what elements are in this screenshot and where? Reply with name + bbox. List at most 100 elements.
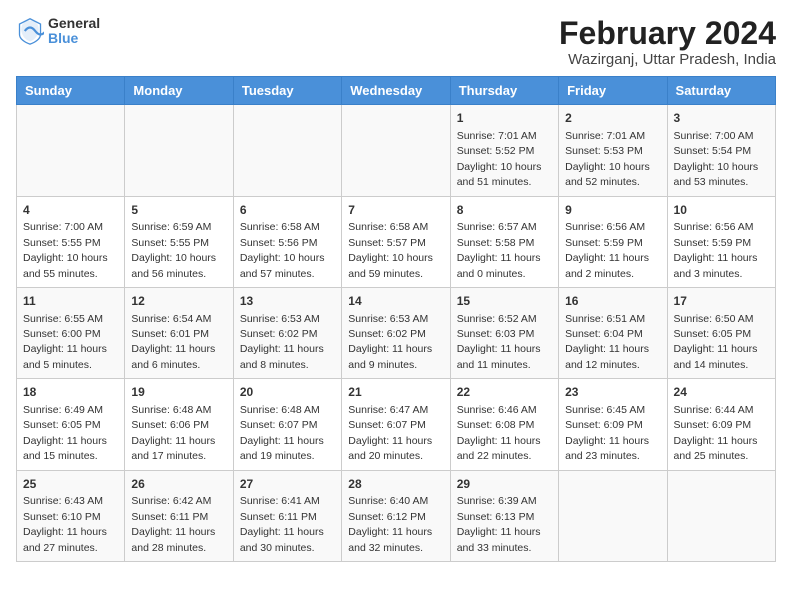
day-info: Sunrise: 7:01 AMSunset: 5:53 PMDaylight:…	[565, 130, 650, 188]
header-thursday: Thursday	[450, 77, 558, 105]
day-info: Sunrise: 6:59 AMSunset: 5:55 PMDaylight:…	[131, 221, 216, 279]
table-row	[559, 470, 667, 561]
table-row	[342, 105, 450, 196]
day-info: Sunrise: 6:55 AMSunset: 6:00 PMDaylight:…	[23, 313, 107, 371]
day-number: 27	[240, 476, 335, 493]
month-title: February 2024	[559, 16, 776, 51]
day-number: 26	[131, 476, 226, 493]
table-row: 24Sunrise: 6:44 AMSunset: 6:09 PMDayligh…	[667, 379, 775, 470]
logo-line1: General	[48, 16, 100, 31]
day-info: Sunrise: 7:01 AMSunset: 5:52 PMDaylight:…	[457, 130, 542, 188]
table-row: 23 Sunrise: 6:45 AMSunset: 6:09 PMDayligh…	[559, 379, 667, 470]
day-info: Sunrise: 6:48 AMSunset: 6:07 PMDaylight:…	[240, 404, 324, 462]
table-row: 29Sunrise: 6:39 AMSunset: 6:13 PMDayligh…	[450, 470, 558, 561]
table-row: 11 Sunrise: 6:55 AMSunset: 6:00 PMDayligh…	[17, 287, 125, 378]
table-row: 8Sunrise: 6:57 AMSunset: 5:58 PMDaylight…	[450, 196, 558, 287]
day-info: Sunrise: 6:53 AMSunset: 6:02 PMDaylight:…	[240, 313, 324, 371]
calendar-week-row: 4 Sunrise: 7:00 AMSunset: 5:55 PMDaylight…	[17, 196, 776, 287]
table-row: 16Sunrise: 6:51 AMSunset: 6:04 PMDayligh…	[559, 287, 667, 378]
day-info: Sunrise: 6:40 AMSunset: 6:12 PMDaylight:…	[348, 495, 432, 553]
day-info: Sunrise: 6:48 AMSunset: 6:06 PMDaylight:…	[131, 404, 215, 462]
table-row	[17, 105, 125, 196]
table-row: 6 Sunrise: 6:58 AMSunset: 5:56 PMDaylight…	[233, 196, 341, 287]
table-row: 9 Sunrise: 6:56 AMSunset: 5:59 PMDaylight…	[559, 196, 667, 287]
day-info: Sunrise: 6:50 AMSunset: 6:05 PMDaylight:…	[674, 313, 758, 371]
day-info: Sunrise: 6:46 AMSunset: 6:08 PMDaylight:…	[457, 404, 541, 462]
table-row: 2 Sunrise: 7:01 AMSunset: 5:53 PMDaylight…	[559, 105, 667, 196]
table-row: 21 Sunrise: 6:47 AMSunset: 6:07 PMDayligh…	[342, 379, 450, 470]
day-number: 11	[23, 293, 118, 310]
day-number: 12	[131, 293, 226, 310]
table-row: 10 Sunrise: 6:56 AMSunset: 5:59 PMDayligh…	[667, 196, 775, 287]
table-row: 3Sunrise: 7:00 AMSunset: 5:54 PMDaylight…	[667, 105, 775, 196]
header-saturday: Saturday	[667, 77, 775, 105]
title-section: February 2024 Wazirganj, Uttar Pradesh, …	[559, 16, 776, 68]
day-info: Sunrise: 6:39 AMSunset: 6:13 PMDaylight:…	[457, 495, 541, 553]
day-number: 23	[565, 384, 660, 401]
day-number: 9	[565, 202, 660, 219]
table-row: 4 Sunrise: 7:00 AMSunset: 5:55 PMDaylight…	[17, 196, 125, 287]
calendar-table: Sunday Monday Tuesday Wednesday Thursday…	[16, 76, 776, 562]
table-row: 7 Sunrise: 6:58 AMSunset: 5:57 PMDaylight…	[342, 196, 450, 287]
day-number: 2	[565, 110, 660, 127]
day-info: Sunrise: 6:58 AMSunset: 5:56 PMDaylight:…	[240, 221, 325, 279]
day-info: Sunrise: 6:54 AMSunset: 6:01 PMDaylight:…	[131, 313, 215, 371]
day-number: 17	[674, 293, 769, 310]
day-number: 21	[348, 384, 443, 401]
day-info: Sunrise: 6:43 AMSunset: 6:10 PMDaylight:…	[23, 495, 107, 553]
header-tuesday: Tuesday	[233, 77, 341, 105]
calendar-week-row: 1Sunrise: 7:01 AMSunset: 5:52 PMDaylight…	[17, 105, 776, 196]
day-number: 4	[23, 202, 118, 219]
day-info: Sunrise: 6:45 AMSunset: 6:09 PMDaylight:…	[565, 404, 649, 462]
day-info: Sunrise: 6:53 AMSunset: 6:02 PMDaylight:…	[348, 313, 432, 371]
day-number: 14	[348, 293, 443, 310]
table-row: 12 Sunrise: 6:54 AMSunset: 6:01 PMDayligh…	[125, 287, 233, 378]
day-info: Sunrise: 6:57 AMSunset: 5:58 PMDaylight:…	[457, 221, 541, 279]
logo-icon	[16, 17, 44, 45]
table-row: 28 Sunrise: 6:40 AMSunset: 6:12 PMDayligh…	[342, 470, 450, 561]
table-row	[233, 105, 341, 196]
day-number: 5	[131, 202, 226, 219]
day-info: Sunrise: 7:00 AMSunset: 5:54 PMDaylight:…	[674, 130, 759, 188]
logo-line2: Blue	[48, 31, 100, 46]
page-header: General Blue February 2024 Wazirganj, Ut…	[16, 16, 776, 68]
day-number: 16	[565, 293, 660, 310]
table-row: 20 Sunrise: 6:48 AMSunset: 6:07 PMDayligh…	[233, 379, 341, 470]
day-number: 20	[240, 384, 335, 401]
logo-text: General Blue	[48, 16, 100, 47]
day-info: Sunrise: 6:56 AMSunset: 5:59 PMDaylight:…	[565, 221, 649, 279]
location: Wazirganj, Uttar Pradesh, India	[559, 51, 776, 68]
day-info: Sunrise: 6:47 AMSunset: 6:07 PMDaylight:…	[348, 404, 432, 462]
day-number: 13	[240, 293, 335, 310]
day-number: 6	[240, 202, 335, 219]
calendar-week-row: 18Sunrise: 6:49 AMSunset: 6:05 PMDayligh…	[17, 379, 776, 470]
day-number: 28	[348, 476, 443, 493]
day-info: Sunrise: 6:42 AMSunset: 6:11 PMDaylight:…	[131, 495, 215, 553]
day-number: 24	[674, 384, 769, 401]
day-number: 22	[457, 384, 552, 401]
calendar-week-row: 11 Sunrise: 6:55 AMSunset: 6:00 PMDayligh…	[17, 287, 776, 378]
header-friday: Friday	[559, 77, 667, 105]
day-info: Sunrise: 6:41 AMSunset: 6:11 PMDaylight:…	[240, 495, 324, 553]
calendar-week-row: 25 Sunrise: 6:43 AMSunset: 6:10 PMDayligh…	[17, 470, 776, 561]
day-info: Sunrise: 7:00 AMSunset: 5:55 PMDaylight:…	[23, 221, 108, 279]
table-row: 13 Sunrise: 6:53 AMSunset: 6:02 PMDayligh…	[233, 287, 341, 378]
day-number: 19	[131, 384, 226, 401]
table-row	[667, 470, 775, 561]
day-info: Sunrise: 6:52 AMSunset: 6:03 PMDaylight:…	[457, 313, 541, 371]
table-row: 17 Sunrise: 6:50 AMSunset: 6:05 PMDayligh…	[667, 287, 775, 378]
day-info: Sunrise: 6:58 AMSunset: 5:57 PMDaylight:…	[348, 221, 433, 279]
day-info: Sunrise: 6:56 AMSunset: 5:59 PMDaylight:…	[674, 221, 758, 279]
header-wednesday: Wednesday	[342, 77, 450, 105]
table-row: 1Sunrise: 7:01 AMSunset: 5:52 PMDaylight…	[450, 105, 558, 196]
header-monday: Monday	[125, 77, 233, 105]
day-info: Sunrise: 6:49 AMSunset: 6:05 PMDaylight:…	[23, 404, 107, 462]
table-row: 15 Sunrise: 6:52 AMSunset: 6:03 PMDayligh…	[450, 287, 558, 378]
day-number: 7	[348, 202, 443, 219]
header-sunday: Sunday	[17, 77, 125, 105]
day-number: 15	[457, 293, 552, 310]
day-number: 10	[674, 202, 769, 219]
table-row: 14 Sunrise: 6:53 AMSunset: 6:02 PMDayligh…	[342, 287, 450, 378]
day-number: 25	[23, 476, 118, 493]
table-row: 22 Sunrise: 6:46 AMSunset: 6:08 PMDayligh…	[450, 379, 558, 470]
